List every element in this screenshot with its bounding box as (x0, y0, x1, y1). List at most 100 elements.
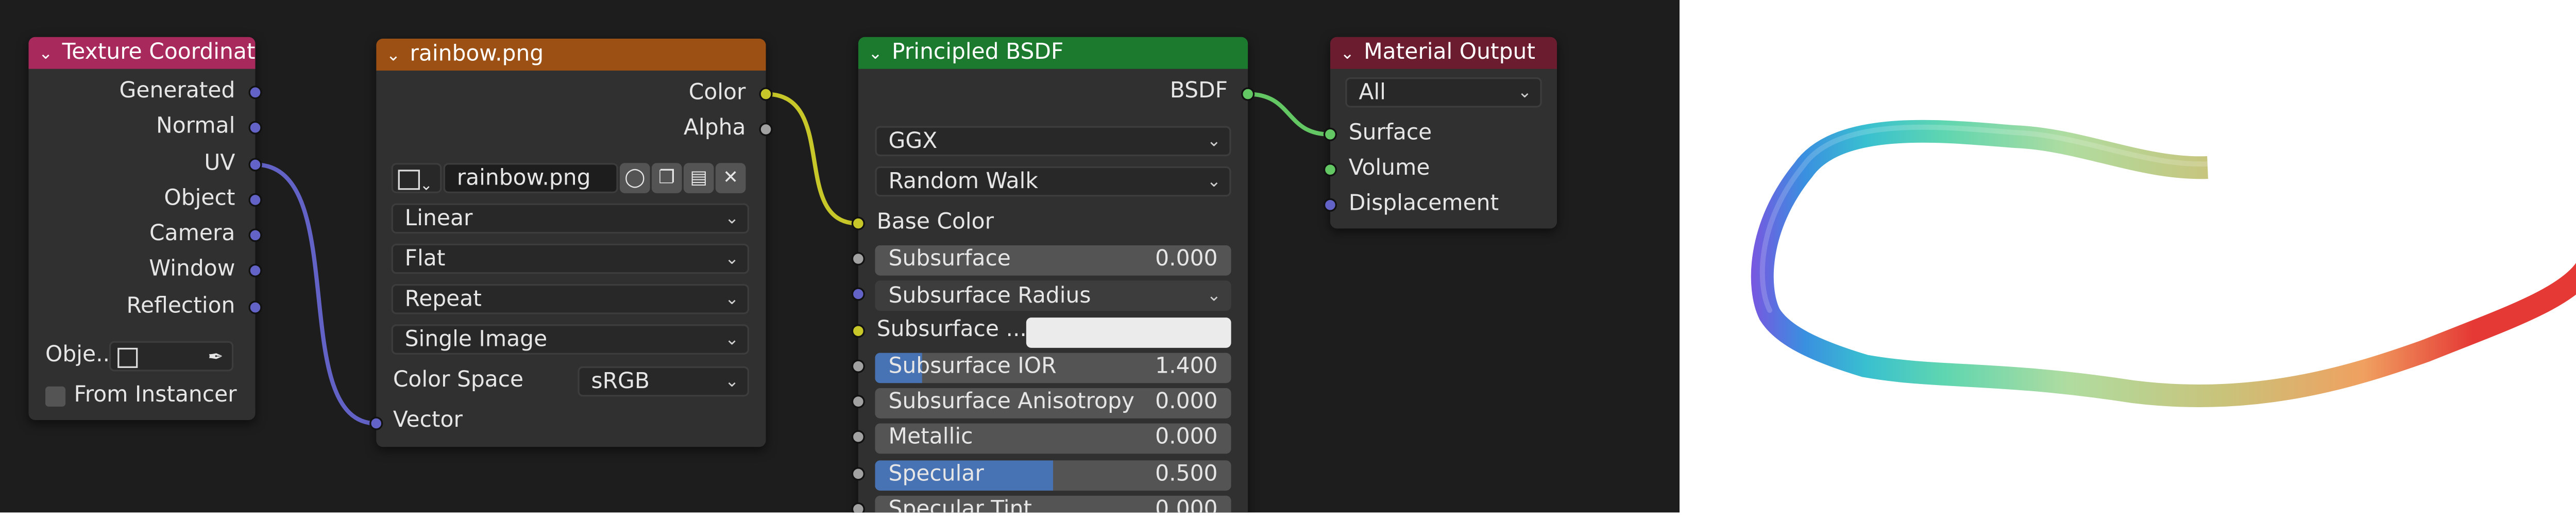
socket-camera[interactable] (248, 228, 262, 242)
subsurface-color-swatch[interactable] (1026, 318, 1231, 348)
target-dropdown[interactable]: All ⌄ (1345, 77, 1542, 108)
socket-object[interactable] (248, 193, 262, 207)
chevron-down-icon: ⌄ (420, 178, 433, 193)
socket-reflection[interactable] (248, 300, 262, 314)
socket-subsurface-anisotropy[interactable] (851, 395, 865, 409)
node-title: Texture Coordinate (62, 40, 256, 66)
from-instancer-label: From Instancer (74, 383, 237, 409)
socket-subsurface-ior[interactable] (851, 359, 865, 373)
node-title: rainbow.png (410, 42, 544, 68)
output-window: Window (149, 257, 235, 282)
chevron-down-icon: ⌄ (1207, 173, 1222, 192)
extension-dropdown[interactable]: Repeat ⌄ (391, 283, 749, 314)
source-dropdown[interactable]: Single Image ⌄ (391, 324, 749, 355)
node-header[interactable]: ⌄ rainbow.png (376, 38, 766, 71)
image-texture-node[interactable]: ⌄ rainbow.png Color Alpha ⌄ rainbow.png ◯… (376, 38, 766, 447)
socket-uv[interactable] (248, 158, 262, 172)
chevron-down-icon: ⌄ (1207, 132, 1222, 152)
node-header[interactable]: ⌄ Material Output (1330, 37, 1557, 69)
input-displacement: Displacement (1348, 191, 1499, 217)
output-bsdf: BSDF (1170, 79, 1228, 105)
socket-subsurface-color[interactable] (851, 324, 865, 338)
object-icon (117, 347, 138, 368)
chevron-down-icon: ⌄ (1517, 84, 1532, 103)
principled-bsdf-node[interactable]: ⌄ Principled BSDF BSDF GGX ⌄ Random Walk ⌄ … (858, 37, 1248, 513)
socket-volume[interactable] (1323, 163, 1337, 177)
image-browse-button[interactable]: ⌄ (391, 163, 442, 193)
specular-slider[interactable]: Specular 0.500 (875, 460, 1231, 491)
eyedropper-icon[interactable]: ✒ (208, 343, 224, 370)
input-surface: Surface (1348, 121, 1432, 146)
open-folder-icon[interactable]: ▤ (683, 163, 714, 193)
interpolation-dropdown[interactable]: Linear ⌄ (391, 203, 749, 234)
output-reflection: Reflection (126, 294, 235, 320)
socket-color[interactable] (759, 87, 773, 101)
collapse-chevron-icon[interactable]: ⌄ (868, 39, 892, 69)
link-color-to-base-color (766, 92, 858, 226)
chevron-down-icon: ⌄ (725, 290, 739, 309)
chevron-down-icon: ⌄ (725, 331, 739, 350)
texture-coordinate-node[interactable]: ⌄ Texture Coordinate Generated Normal UV … (28, 37, 256, 421)
collapse-chevron-icon[interactable]: ⌄ (1340, 39, 1364, 69)
socket-subsurface[interactable] (851, 252, 865, 266)
output-generated: Generated (119, 79, 235, 105)
input-vector: Vector (393, 408, 463, 434)
output-uv: UV (204, 151, 235, 177)
subsurface-slider[interactable]: Subsurface 0.000 (875, 245, 1231, 276)
fake-user-shield-icon[interactable]: ◯ (619, 163, 650, 193)
socket-surface[interactable] (1323, 127, 1337, 141)
socket-specular[interactable] (851, 467, 865, 481)
duplicate-image-icon[interactable]: ❐ (651, 163, 682, 193)
collapse-chevron-icon[interactable]: ⌄ (39, 39, 62, 69)
socket-generated[interactable] (248, 86, 262, 99)
chevron-down-icon: ⌄ (725, 250, 739, 269)
socket-window[interactable] (248, 263, 262, 277)
subsurface-color-label: Subsurface ... (876, 318, 1027, 343)
3d-viewport[interactable] (1680, 0, 2576, 516)
socket-base-color[interactable] (851, 216, 865, 230)
chevron-down-icon: ⌄ (1207, 287, 1222, 306)
socket-subsurface-radius[interactable] (851, 287, 865, 301)
subsurface-anisotropy-slider[interactable]: Subsurface Anisotropy 0.000 (875, 388, 1231, 419)
object-label: Obje... (45, 343, 117, 368)
object-field[interactable]: ✒ (109, 341, 234, 372)
link-uv-to-vector (255, 162, 377, 426)
socket-vector[interactable] (369, 416, 383, 430)
image-icon (398, 170, 420, 190)
socket-displacement[interactable] (1323, 198, 1337, 212)
output-color: Color (688, 80, 746, 106)
specular-tint-slider[interactable]: Specular Tint 0.000 (875, 495, 1231, 513)
node-title: Principled BSDF (892, 40, 1064, 66)
socket-alpha[interactable] (759, 122, 773, 137)
rainbow-tube (1751, 120, 2576, 407)
socket-specular-tint[interactable] (851, 502, 865, 513)
node-header[interactable]: ⌄ Texture Coordinate (28, 37, 256, 69)
shader-node-editor[interactable]: ⌄ Texture Coordinate Generated Normal UV … (0, 0, 1680, 513)
material-output-node[interactable]: ⌄ Material Output All ⌄ Surface Volume Dis… (1330, 37, 1557, 229)
from-instancer-checkbox[interactable] (45, 386, 66, 407)
collapse-chevron-icon[interactable]: ⌄ (386, 40, 410, 71)
output-normal: Normal (156, 114, 235, 140)
socket-normal[interactable] (248, 121, 262, 135)
socket-bsdf[interactable] (1241, 87, 1255, 101)
node-header[interactable]: ⌄ Principled BSDF (858, 37, 1248, 69)
subsurface-method-dropdown[interactable]: Random Walk ⌄ (875, 166, 1231, 197)
projection-dropdown[interactable]: Flat ⌄ (391, 243, 749, 274)
metallic-slider[interactable]: Metallic 0.000 (875, 423, 1231, 454)
input-base-color: Base Color (876, 210, 994, 236)
rainbow-tube-render (1751, 120, 2576, 407)
chevron-down-icon: ⌄ (725, 373, 739, 392)
chevron-down-icon: ⌄ (725, 210, 739, 229)
output-alpha: Alpha (683, 115, 746, 141)
color-space-dropdown[interactable]: sRGB ⌄ (578, 366, 749, 397)
unlink-x-icon[interactable]: ✕ (715, 163, 746, 193)
output-camera: Camera (149, 222, 235, 247)
color-space-label: Color Space (393, 367, 524, 393)
output-object: Object (164, 186, 235, 212)
subsurface-ior-slider[interactable]: Subsurface IOR 1.400 (875, 353, 1231, 383)
image-name-field[interactable]: rainbow.png (443, 163, 618, 193)
link-bsdf-to-surface (1248, 92, 1330, 137)
subsurface-radius-dropdown[interactable]: Subsurface Radius ⌄ (875, 280, 1231, 311)
socket-metallic[interactable] (851, 430, 865, 444)
distribution-dropdown[interactable]: GGX ⌄ (875, 126, 1231, 157)
